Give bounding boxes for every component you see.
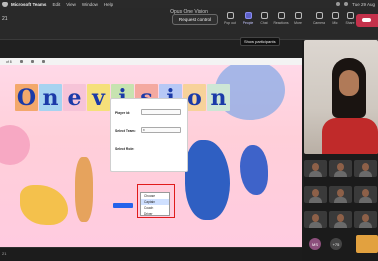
decoration-shape	[0, 125, 30, 165]
participant-tile[interactable]	[354, 160, 377, 177]
presenter-toolbar: of 8	[0, 58, 302, 65]
participant-body	[309, 197, 322, 203]
participant-head	[362, 214, 369, 222]
page-indicator: of 8	[6, 59, 12, 64]
wifi-icon[interactable]	[336, 2, 341, 6]
more-participants-badge[interactable]: +75	[330, 238, 342, 250]
participant-body	[309, 171, 322, 177]
reactions-button[interactable]: Reactions	[272, 12, 290, 25]
more-button[interactable]: More	[289, 12, 307, 25]
reactions-label: Reactions	[273, 21, 289, 25]
chat-icon	[260, 12, 268, 19]
title-letter: n	[207, 84, 230, 111]
more-icon	[294, 12, 302, 19]
pop-out-button[interactable]: Pop out	[221, 12, 239, 25]
person-illustration	[75, 157, 93, 222]
title-letter: v	[87, 84, 110, 111]
role-label: Select Role:	[115, 147, 135, 151]
participant-tile[interactable]	[354, 186, 377, 203]
menu-tray: Tue 29 Aug	[336, 2, 375, 7]
self-avatar[interactable]: MS	[309, 238, 321, 250]
title-letter: O	[15, 84, 38, 111]
chat-button[interactable]: Chat	[255, 12, 273, 25]
participant-head	[337, 189, 344, 197]
person-illustration	[240, 145, 268, 195]
menu-clock[interactable]: Tue 29 Aug	[352, 2, 375, 7]
share-icon	[346, 12, 354, 19]
mic-icon	[331, 12, 339, 19]
menu-window[interactable]: Window	[82, 2, 98, 7]
camera-icon	[315, 12, 323, 19]
participant-head	[362, 189, 369, 197]
team-label: Select Team:	[115, 129, 136, 133]
participant-tile[interactable]	[304, 160, 327, 177]
title-letter: e	[63, 84, 86, 111]
participant-body	[309, 222, 322, 228]
participant-head	[337, 163, 344, 171]
player-id-label: Player id:	[115, 111, 131, 115]
participant-tile[interactable]	[329, 211, 352, 228]
participant-tile[interactable]	[354, 211, 377, 228]
participant-head	[362, 163, 369, 171]
participant-tile[interactable]	[329, 160, 352, 177]
hang-up-icon	[362, 18, 371, 22]
participant-head	[337, 214, 344, 222]
bottom-bar: 21	[0, 247, 302, 261]
camera-label: Camera	[312, 21, 326, 25]
participant-body	[359, 197, 372, 203]
people-label: People	[242, 21, 254, 25]
people-icon	[244, 12, 252, 19]
speaker-face	[339, 70, 359, 96]
battery-icon[interactable]	[344, 2, 349, 6]
chat-label: Chat	[260, 21, 268, 25]
title-letter: n	[39, 84, 62, 111]
fit-icon[interactable]	[41, 60, 45, 63]
participant-head	[312, 189, 319, 197]
speaker-torso	[322, 118, 378, 154]
participant-head	[312, 214, 319, 222]
participant-body	[334, 197, 347, 203]
participant-tile[interactable]	[304, 211, 327, 228]
macos-menu-bar: Microsoft Teams Edit View Window Help Tu…	[0, 0, 378, 8]
highlight-box	[137, 184, 175, 218]
participant-body	[359, 222, 372, 228]
participant-tile[interactable]	[356, 235, 378, 253]
participant-body	[334, 171, 347, 177]
menu-help[interactable]: Help	[104, 2, 113, 7]
meeting-timer: 21	[2, 16, 8, 22]
participant-body	[334, 222, 347, 228]
menu-edit[interactable]: Edit	[52, 2, 60, 7]
pop-out-icon	[226, 12, 234, 19]
zoom-out-icon[interactable]	[19, 60, 23, 63]
more-label: More	[294, 21, 302, 25]
apple-icon[interactable]	[2, 1, 8, 7]
participant-tile[interactable]	[329, 186, 352, 203]
participant-body	[359, 171, 372, 177]
request-control-button[interactable]: Request control	[172, 14, 218, 25]
mic-label: Mic	[332, 21, 338, 25]
tooltip: Show participants	[240, 37, 280, 46]
share-label: Share	[345, 21, 355, 25]
reactions-icon	[277, 12, 285, 19]
pop-out-label: Pop out	[224, 21, 236, 25]
menu-view[interactable]: View	[66, 2, 76, 7]
leave-button[interactable]	[356, 14, 378, 27]
participant-head	[312, 163, 319, 171]
status-text: 21	[2, 251, 7, 256]
player-form: Player id: Select Team: 8 Select Role:	[110, 98, 188, 172]
team-select[interactable]: 8	[141, 127, 181, 133]
menu-app-name[interactable]: Microsoft Teams	[11, 2, 46, 7]
submit-button[interactable]	[113, 203, 133, 208]
plant-illustration	[20, 185, 68, 225]
plant-illustration	[185, 140, 230, 220]
participant-tile[interactable]	[304, 186, 327, 203]
zoom-in-icon[interactable]	[30, 60, 34, 63]
speaker-video[interactable]	[304, 40, 378, 154]
player-id-input[interactable]	[141, 109, 181, 115]
